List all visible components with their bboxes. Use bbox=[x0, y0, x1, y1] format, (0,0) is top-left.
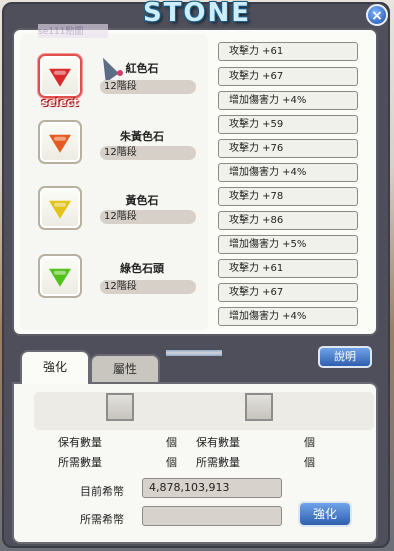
description-button[interactable]: 說明 bbox=[318, 346, 372, 368]
required-label-left: 所需數量 bbox=[58, 456, 102, 469]
material-slot-right[interactable] bbox=[245, 393, 273, 421]
required-unit-right: 個 bbox=[304, 456, 315, 469]
upgrade-button[interactable]: 強化 bbox=[298, 501, 352, 527]
stat-row: 攻擊力 +61 bbox=[218, 259, 358, 278]
close-icon[interactable]: × bbox=[366, 4, 388, 26]
gem-tier-yellow: 12階段 bbox=[100, 210, 196, 224]
gem-slot-red[interactable] bbox=[38, 54, 82, 98]
held-unit-left: 個 bbox=[166, 436, 177, 449]
gem-slot-orange[interactable] bbox=[38, 120, 82, 164]
gem-slot-green[interactable] bbox=[38, 254, 82, 298]
current-currency-label: 目前希幣 bbox=[80, 485, 124, 498]
tab-upgrade[interactable]: 強化 bbox=[20, 350, 90, 384]
red-gem-icon bbox=[49, 68, 71, 87]
green-gem-icon bbox=[49, 268, 71, 287]
held-unit-right: 個 bbox=[304, 436, 315, 449]
held-label-right: 保有數量 bbox=[196, 436, 240, 449]
select-tag: select bbox=[41, 96, 79, 109]
stat-row: 攻擊力 +67 bbox=[218, 283, 358, 302]
stat-row: 增加傷害力 +4% bbox=[218, 163, 358, 182]
material-area bbox=[34, 392, 374, 430]
material-slot-left[interactable] bbox=[106, 393, 134, 421]
held-label-left: 保有數量 bbox=[58, 436, 102, 449]
current-currency-field: 4,878,103,913 bbox=[142, 478, 282, 498]
stat-row: 攻擊力 +61 bbox=[218, 42, 358, 61]
stat-row: 攻擊力 +59 bbox=[218, 115, 358, 134]
stat-row: 攻擊力 +86 bbox=[218, 211, 358, 230]
required-currency-label: 所需希幣 bbox=[80, 513, 124, 526]
gem-tier-orange: 12階段 bbox=[100, 146, 196, 160]
stat-row: 增加傷害力 +4% bbox=[218, 307, 358, 326]
gem-name-green: 綠色石頭 bbox=[120, 262, 164, 275]
yellow-gem-icon bbox=[49, 200, 71, 219]
gem-name-yellow: 黃色石 bbox=[125, 194, 159, 207]
stat-row: 攻擊力 +76 bbox=[218, 139, 358, 158]
required-unit-left: 個 bbox=[166, 456, 177, 469]
gem-tier-green: 12階段 bbox=[100, 280, 196, 294]
stat-row: 增加傷害力 +4% bbox=[218, 91, 358, 110]
stat-row: 攻擊力 +67 bbox=[218, 67, 358, 86]
overlay-text: se111點圖 bbox=[38, 24, 108, 38]
gem-slot-yellow[interactable] bbox=[38, 186, 82, 230]
tab-attribute[interactable]: 屬性 bbox=[90, 354, 160, 384]
required-currency-field bbox=[142, 506, 282, 526]
orange-gem-icon bbox=[49, 134, 71, 153]
stat-row: 攻擊力 +78 bbox=[218, 187, 358, 206]
gem-tier-red: 12階段 bbox=[100, 80, 196, 94]
stat-row: 增加傷害力 +5% bbox=[218, 235, 358, 254]
required-label-right: 所需數量 bbox=[196, 456, 240, 469]
gem-name-red: 紅色石 bbox=[125, 62, 159, 75]
gem-name-orange: 朱黃色石 bbox=[120, 130, 164, 143]
decorative-line bbox=[166, 350, 222, 356]
